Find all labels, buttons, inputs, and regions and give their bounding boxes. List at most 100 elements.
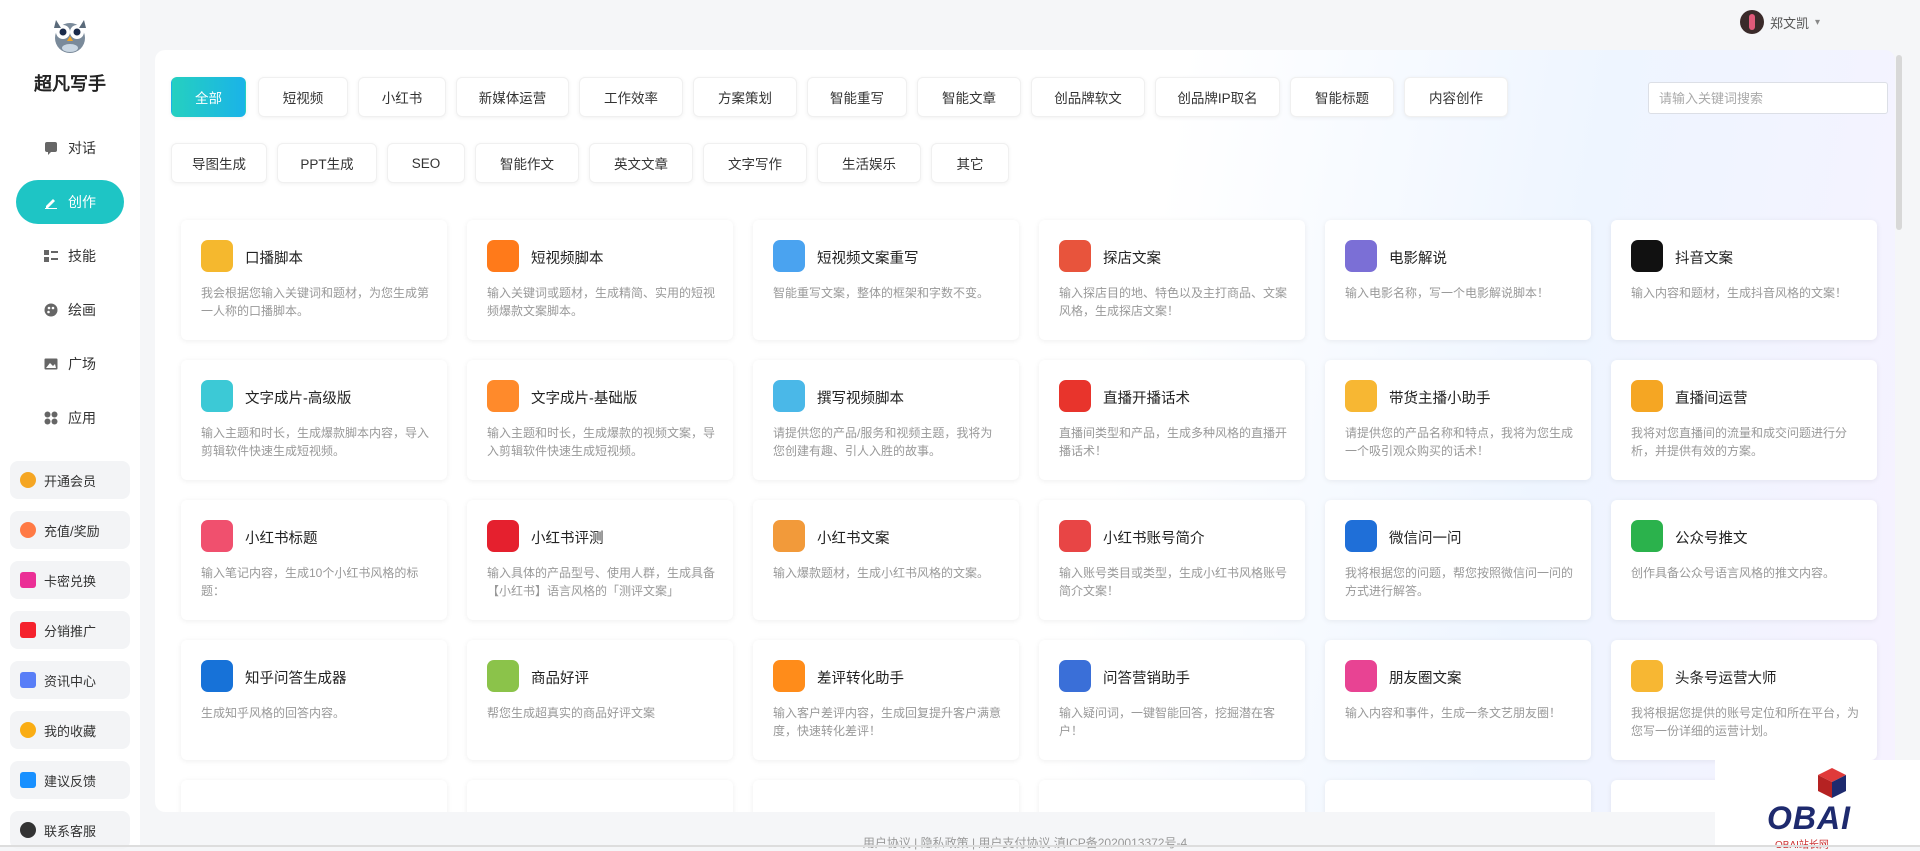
nav-apps[interactable]: 应用 [16, 396, 124, 440]
nav-label: 广场 [68, 356, 96, 372]
user-menu[interactable]: 郑文凯 ▾ [1739, 10, 1820, 34]
card-partial[interactable] [467, 780, 733, 812]
card-title: 小红书评测 [531, 531, 604, 547]
tab-lifestyle[interactable]: 生活娱乐 [817, 143, 921, 183]
tab-ppt[interactable]: PPT生成 [277, 143, 377, 183]
card-description: 输入主题和时长，生成爆款的视频文案，导入剪辑软件快速生成短视频。 [487, 426, 716, 458]
tab-efficiency[interactable]: 工作效率 [579, 77, 683, 117]
headset-icon [20, 822, 36, 838]
tool-card[interactable]: 短视频脚本 输入关键词或题材，生成精简、实用的短视频爆款文案脚本。 [467, 220, 733, 340]
tool-card[interactable]: 微信问一问 我将根据您的问题，帮您按照微信问一问的方式进行解答。 [1325, 500, 1591, 620]
app-name: 超凡写手 [34, 74, 106, 94]
nav-skills[interactable]: 技能 [16, 234, 124, 278]
vip-button[interactable]: 开通会员 [10, 461, 130, 499]
card-title: 商品好评 [531, 671, 589, 687]
tool-card[interactable]: 文字成片-基础版 输入主题和时长，生成爆款的视频文案，导入剪辑软件快速生成短视频。 [467, 360, 733, 480]
news-button[interactable]: 资讯中心 [10, 661, 130, 699]
tab-essay[interactable]: 智能作文 [475, 143, 579, 183]
card-description: 输入探店目的地、特色以及主打商品、文案风格，生成探店文案！ [1059, 286, 1288, 318]
nav-create[interactable]: 创作 [16, 180, 124, 224]
card-partial[interactable] [1325, 780, 1591, 812]
nav-square[interactable]: 广场 [16, 342, 124, 386]
tab-title[interactable]: 智能标题 [1290, 77, 1394, 117]
news-label: 资讯中心 [44, 673, 97, 689]
tab-seo[interactable]: SEO [387, 143, 465, 183]
tool-card[interactable]: 直播间运营 我将对您直播间的流量和成交问题进行分析，并提供有效的方案。 [1611, 360, 1877, 480]
card-title: 带货主播小助手 [1389, 391, 1491, 407]
tool-card[interactable]: 抖音文案 输入内容和题材，生成抖音风格的文案！ [1611, 220, 1877, 340]
tab-other[interactable]: 其它 [931, 143, 1009, 183]
tab-new-media[interactable]: 新媒体运营 [456, 77, 569, 117]
card-title: 小红书标题 [245, 531, 318, 547]
tool-card[interactable]: 文字成片-高级版 输入主题和时长，生成爆款脚本内容，导入剪辑软件快速生成短视频。 [181, 360, 447, 480]
card-description: 输入疑问词，一键智能回答，挖掘潜在客户！ [1059, 706, 1276, 738]
tool-card[interactable]: 知乎问答生成器 生成知乎风格的回答内容。 [181, 640, 447, 760]
card-title: 公众号推文 [1675, 531, 1748, 547]
tab-brand-copy[interactable]: 创品牌软文 [1031, 77, 1145, 117]
pen-icon [45, 199, 57, 209]
recharge-button[interactable]: 充值/奖励 [10, 511, 130, 549]
chat-icon [45, 142, 57, 155]
tool-card[interactable]: 差评转化助手 输入客户差评内容，生成回复提升客户满意度，快速转化差评！ [753, 640, 1019, 760]
tab-xiaohongshu[interactable]: 小红书 [358, 77, 446, 117]
card-description: 输入客户差评内容，生成回复提升客户满意度，快速转化差评！ [773, 706, 1002, 738]
favorites-button[interactable]: 我的收藏 [10, 711, 130, 749]
tab-english[interactable]: 英文文章 [589, 143, 693, 183]
tab-content[interactable]: 内容创作 [1404, 77, 1508, 117]
favorites-label: 我的收藏 [44, 723, 97, 739]
tool-card[interactable]: 小红书评测 输入具体的产品型号、使用人群，生成具备【小红书】语言风格的「测评文案」 [467, 500, 733, 620]
feedback-button[interactable]: 建议反馈 [10, 761, 130, 799]
nav-drawing[interactable]: 绘画 [16, 288, 124, 332]
scrollbar[interactable] [1896, 55, 1902, 230]
tool-card[interactable]: 小红书文案 输入爆款题材，生成小红书风格的文案。 [753, 500, 1019, 620]
xiaohongshu-logo-icon [487, 520, 519, 552]
card-description: 输入内容和事件，生成一条文艺朋友圈！ [1345, 706, 1562, 720]
tab-article[interactable]: 智能文章 [917, 77, 1021, 117]
card-description: 输入电影名称，写一个电影解说脚本！ [1345, 286, 1550, 300]
recharge-label: 充值/奖励 [44, 523, 100, 539]
tool-card[interactable]: 带货主播小助手 请提供您的产品名称和特点，我将为您生成一个吸引观众购买的话术！ [1325, 360, 1591, 480]
search-input[interactable] [1648, 82, 1888, 114]
distribution-button[interactable]: 分销推广 [10, 611, 130, 649]
footer-links[interactable]: 用户协议 | 隐私政策 | 用户支付协议 滇ICP备2020013372号-4 [155, 834, 1895, 851]
tab-mindmap[interactable]: 导图生成 [171, 143, 267, 183]
tool-card[interactable]: 商品好评 帮您生成超真实的商品好评文案 [467, 640, 733, 760]
tool-card[interactable]: 探店文案 输入探店目的地、特色以及主打商品、文案风格，生成探店文案！ [1039, 220, 1305, 340]
tab-all[interactable]: 全部 [171, 77, 246, 117]
card-title: 口播脚本 [245, 251, 303, 267]
tab-short-video[interactable]: 短视频 [258, 77, 348, 117]
card-title: 直播间运营 [1675, 391, 1748, 407]
tool-card[interactable]: 朋友圈文案 输入内容和事件，生成一条文艺朋友圈！ [1325, 640, 1591, 760]
film-icon [1345, 240, 1377, 272]
card-description: 输入主题和时长，生成爆款脚本内容，导入剪辑软件快速生成短视频。 [201, 426, 430, 458]
nav-label: 绘画 [68, 302, 96, 318]
tab-planning[interactable]: 方案策划 [693, 77, 797, 117]
card-description: 我将根据您的问题，帮您按照微信问一问的方式进行解答。 [1345, 566, 1574, 598]
tiktok-icon [1631, 240, 1663, 272]
card-redeem-button[interactable]: 卡密兑换 [10, 561, 130, 599]
nav-chat[interactable]: 对话 [16, 126, 124, 170]
owl-logo-icon [54, 20, 86, 53]
customer-service-button[interactable]: 联系客服 [10, 811, 130, 849]
tool-card[interactable]: 问答营销助手 输入疑问词，一键智能回答，挖掘潜在客户！ [1039, 640, 1305, 760]
tool-card[interactable]: 撰写视频脚本 请提供您的产品/服务和视频主题，我将为您创建有趣、引人入胜的故事。 [753, 360, 1019, 480]
card-description: 输入关键词或题材，生成精简、实用的短视频爆款文案脚本。 [487, 286, 716, 318]
vip-label: 开通会员 [44, 473, 97, 489]
tab-rewrite[interactable]: 智能重写 [807, 77, 907, 117]
tool-card[interactable]: 口播脚本 我会根据您输入关键词和题材，为您生成第一人称的口播脚本。 [181, 220, 447, 340]
tool-card[interactable]: 头条号运营大师 我将根据您提供的账号定位和所在平台，为您写一份详细的运营计划。 [1611, 640, 1877, 760]
tool-card[interactable]: 电影解说 输入电影名称，写一个电影解说脚本！ [1325, 220, 1591, 340]
tool-card[interactable]: 小红书账号简介 输入账号类目或类型，生成小红书风格账号简介文案！ [1039, 500, 1305, 620]
card-partial[interactable] [1039, 780, 1305, 812]
tool-card[interactable]: 小红书标题 输入笔记内容，生成10个小红书风格的标题： [181, 500, 447, 620]
card-partial[interactable] [753, 780, 1019, 812]
tool-card[interactable]: 公众号推文 创作具备公众号语言风格的推文内容。 [1611, 500, 1877, 620]
card-title: 知乎问答生成器 [245, 671, 347, 687]
nav-label: 对话 [68, 140, 96, 156]
card-description: 直播间类型和产品，生成多种风格的直播开播话术！ [1059, 426, 1288, 458]
tab-brand-ip[interactable]: 创品牌IP取名 [1155, 77, 1280, 117]
tool-card[interactable]: 直播开播话术 直播间类型和产品，生成多种风格的直播开播话术！ [1039, 360, 1305, 480]
tool-card[interactable]: 短视频文案重写 智能重写文案，整体的框架和字数不变。 [753, 220, 1019, 340]
card-partial[interactable] [181, 780, 447, 812]
tab-writing[interactable]: 文字写作 [703, 143, 807, 183]
